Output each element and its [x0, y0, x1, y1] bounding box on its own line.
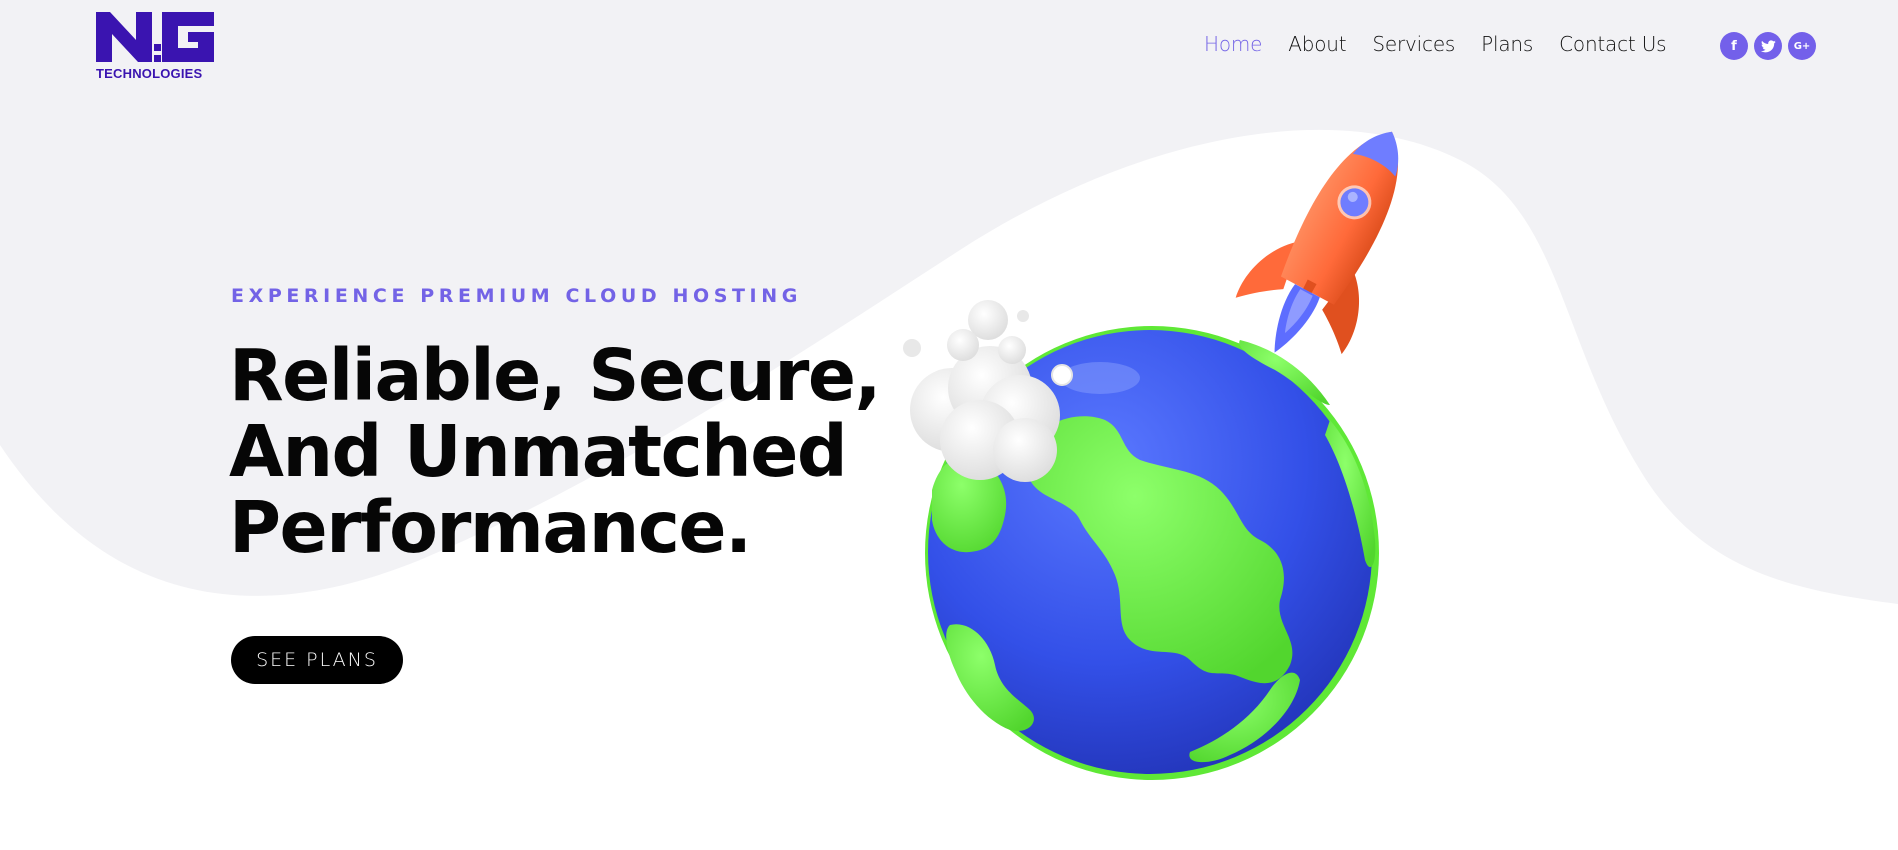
- nav-item-services[interactable]: Services: [1372, 32, 1455, 56]
- hero-title-line-1: Reliable, Secure,: [229, 334, 881, 417]
- hero-subtitle: EXPERIENCE PREMIUM CLOUD HOSTING: [231, 285, 802, 307]
- site-header: TECHNOLOGIES Home About Services Plans C…: [0, 0, 1898, 100]
- hero-title: Reliable, Secure, And Unmatched Performa…: [229, 334, 881, 569]
- twitter-icon[interactable]: [1754, 32, 1782, 60]
- nav-item-about[interactable]: About: [1288, 32, 1346, 56]
- facebook-glyph: f: [1731, 38, 1737, 54]
- cloud-illustration: [903, 300, 1073, 482]
- google-plus-icon[interactable]: G+: [1788, 32, 1816, 60]
- see-plans-button[interactable]: SEE PLANS: [231, 636, 403, 684]
- brand-logo-text: TECHNOLOGIES: [96, 66, 203, 81]
- twitter-bird-icon: [1760, 39, 1776, 52]
- nav-item-contact-us[interactable]: Contact Us: [1559, 32, 1666, 56]
- google-plus-glyph: G+: [1793, 40, 1811, 52]
- rocket-illustration: [1235, 131, 1399, 355]
- hero-illustration: [880, 120, 1420, 800]
- main-nav: Home About Services Plans Contact Us: [1204, 32, 1667, 56]
- ng-logo-mark: [96, 12, 214, 62]
- hero-title-line-2: And Unmatched: [229, 410, 848, 493]
- brand-logo[interactable]: TECHNOLOGIES: [96, 10, 214, 82]
- hero-title-line-3: Performance.: [229, 486, 752, 569]
- social-links: f G+: [1720, 32, 1816, 60]
- nav-item-home[interactable]: Home: [1204, 32, 1262, 56]
- nav-item-plans[interactable]: Plans: [1481, 32, 1533, 56]
- facebook-icon[interactable]: f: [1720, 32, 1748, 60]
